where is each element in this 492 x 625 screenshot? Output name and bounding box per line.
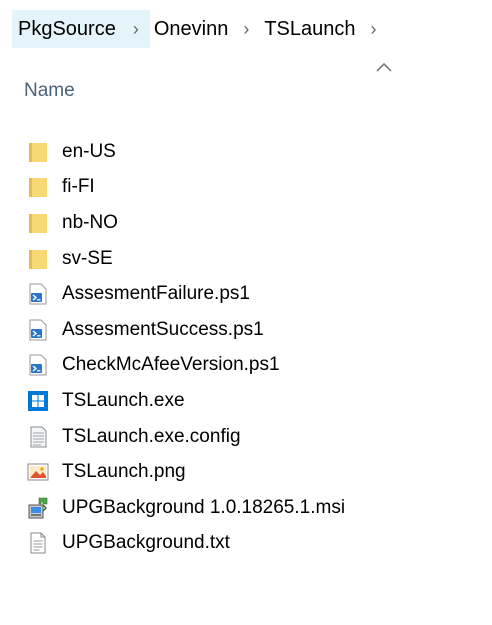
windows-exe-icon — [28, 390, 48, 411]
file-name: TSLaunch.exe — [62, 389, 185, 411]
text-file-icon — [30, 532, 46, 554]
file-list-item[interactable]: CheckMcAfeeVersion.ps1 — [26, 348, 466, 384]
file-name: CheckMcAfeeVersion.ps1 — [62, 354, 280, 376]
file-name: UPGBackground.txt — [62, 532, 230, 554]
folder-icon — [29, 213, 47, 233]
file-list: en-US fi-FI nb-NO sv-SE AssesmentFailure… — [26, 134, 466, 561]
breadcrumb-item-pkgsource[interactable]: PkgSource — [12, 10, 122, 48]
msi-installer-icon — [28, 497, 48, 519]
file-list-item[interactable]: TSLaunch.png — [26, 454, 466, 490]
file-list-item[interactable]: TSLaunch.exe — [26, 383, 466, 419]
breadcrumb: PkgSource › Onevinn › TSLaunch › — [12, 10, 472, 48]
file-name: fi-FI — [62, 176, 95, 198]
file-list-item[interactable]: UPGBackground.txt — [26, 526, 466, 562]
file-name: AssesmentFailure.ps1 — [62, 283, 250, 305]
breadcrumb-item-onevinn[interactable]: Onevinn — [150, 10, 233, 48]
file-list-item[interactable]: nb-NO — [26, 205, 466, 241]
folder-icon — [29, 178, 47, 198]
column-header-name[interactable]: Name — [24, 80, 75, 102]
file-name: UPGBackground 1.0.18265.1.msi — [62, 496, 346, 518]
breadcrumb-separator-icon[interactable]: › — [121, 10, 150, 48]
file-name: nb-NO — [62, 211, 118, 233]
breadcrumb-separator-icon[interactable]: › — [232, 10, 260, 48]
file-list-item[interactable]: fi-FI — [26, 170, 466, 206]
breadcrumb-item-tslaunch[interactable]: TSLaunch — [260, 10, 359, 48]
file-list-item[interactable]: AssesmentSuccess.ps1 — [26, 312, 466, 348]
folder-icon — [29, 142, 47, 162]
config-file-icon — [30, 426, 47, 448]
file-name: sv-SE — [62, 247, 113, 269]
image-file-icon — [27, 463, 49, 481]
file-list-item[interactable]: sv-SE — [26, 241, 466, 277]
powershell-script-icon — [29, 283, 47, 305]
file-name: en-US — [62, 140, 116, 162]
file-list-item[interactable]: UPGBackground 1.0.18265.1.msi — [26, 490, 466, 526]
file-name: AssesmentSuccess.ps1 — [62, 318, 264, 340]
breadcrumb-separator-icon[interactable]: › — [360, 10, 388, 48]
folder-icon — [29, 249, 47, 269]
chevron-up-icon — [376, 62, 392, 72]
powershell-script-icon — [29, 319, 47, 341]
file-list-item[interactable]: AssesmentFailure.ps1 — [26, 276, 466, 312]
file-list-item[interactable]: en-US — [26, 134, 466, 170]
file-name: TSLaunch.exe.config — [62, 425, 241, 447]
powershell-script-icon — [29, 354, 47, 376]
file-list-item[interactable]: TSLaunch.exe.config — [26, 419, 466, 455]
file-name: TSLaunch.png — [62, 461, 186, 483]
